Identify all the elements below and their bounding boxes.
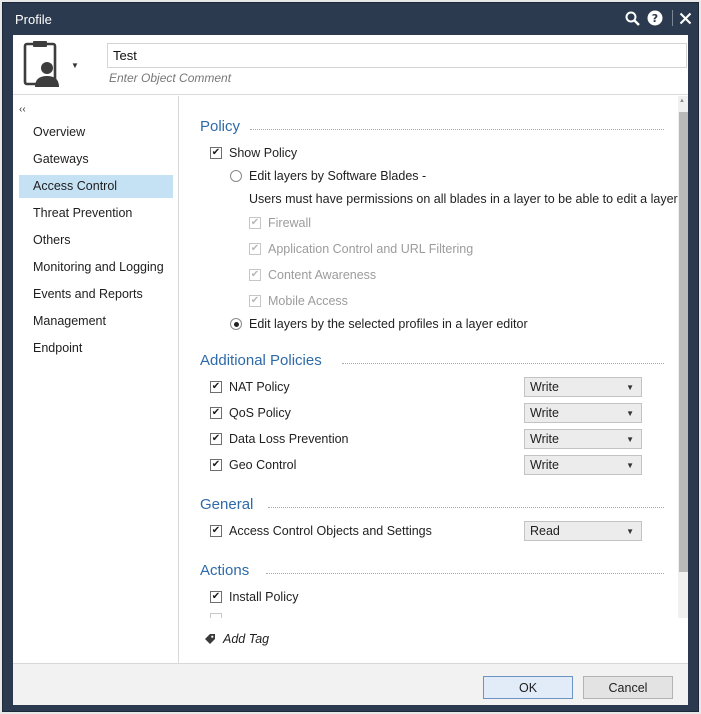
svg-text:?: ? (652, 12, 658, 25)
sidebar-item-monitoring-and-logging[interactable]: Monitoring and Logging (19, 256, 173, 279)
blade-firewall-option[interactable]: ✔ Firewall (249, 216, 311, 230)
geo-control-option[interactable]: ✔ Geo Control (210, 458, 296, 472)
show-policy-label: Show Policy (229, 146, 298, 160)
edit-by-blades-label: Edit layers by Software Blades - (249, 169, 427, 183)
profile-avatar-icon[interactable] (21, 41, 69, 91)
blade-mobile-access-option[interactable]: ✔ Mobile Access (249, 294, 348, 308)
tag-icon[interactable] (204, 633, 216, 648)
section-divider (268, 507, 664, 508)
collapse-sidebar-icon[interactable]: ‹‹ (19, 104, 26, 115)
cancel-button[interactable]: Cancel (583, 676, 673, 699)
blade-content-awareness-checkbox[interactable]: ✔ (249, 269, 261, 281)
tag-bar: Add Tag (180, 618, 688, 663)
edit-by-profiles-option[interactable]: Edit layers by the selected profiles in … (230, 317, 528, 331)
show-policy-checkbox[interactable]: ✔ (210, 147, 222, 159)
sidebar-item-gateways[interactable]: Gateways (19, 148, 173, 171)
access-control-objects-label: Access Control Objects and Settings (229, 524, 432, 538)
chevron-down-icon: ▼ (626, 461, 634, 470)
qos-policy-option[interactable]: ✔ QoS Policy (210, 406, 291, 420)
scroll-up-icon[interactable]: ▲ (679, 98, 685, 104)
object-name-input[interactable] (107, 43, 687, 68)
section-title-additional-policies: Additional Policies (200, 352, 322, 369)
sidebar-item-management[interactable]: Management (19, 310, 173, 333)
edit-by-profiles-label: Edit layers by the selected profiles in … (249, 317, 528, 331)
help-icon[interactable]: ? (646, 9, 664, 27)
nat-policy-checkbox[interactable]: ✔ (210, 381, 222, 393)
profile-window: Profile ? ▼ ‹‹ (2, 2, 699, 712)
edit-by-profiles-radio[interactable] (230, 318, 242, 330)
show-policy-option[interactable]: ✔ Show Policy (210, 146, 297, 160)
data-loss-prevention-permission-value: Write (530, 432, 559, 446)
section-divider (342, 363, 664, 364)
chevron-down-icon: ▼ (626, 409, 634, 418)
avatar-dropdown-icon[interactable]: ▼ (71, 61, 79, 70)
blade-firewall-label: Firewall (268, 216, 312, 230)
access-control-objects-option[interactable]: ✔ Access Control Objects and Settings (210, 524, 432, 538)
object-comment-input[interactable] (107, 69, 507, 87)
data-loss-prevention-label: Data Loss Prevention (229, 432, 349, 446)
section-divider (266, 573, 664, 574)
object-header: ▼ (13, 35, 688, 95)
title-bar-divider (672, 10, 673, 26)
blade-app-control-checkbox[interactable]: ✔ (249, 243, 261, 255)
content-panel: Policy ✔ Show Policy Edit layers by Soft… (180, 96, 678, 618)
section-divider (250, 129, 664, 130)
blade-app-control-label: Application Control and URL Filtering (268, 242, 474, 256)
section-title-general: General (200, 496, 254, 513)
edit-by-blades-option[interactable]: Edit layers by Software Blades - (230, 169, 426, 183)
access-control-objects-checkbox[interactable]: ✔ (210, 525, 222, 537)
chevron-down-icon: ▼ (626, 435, 634, 444)
ok-button[interactable]: OK (483, 676, 573, 699)
data-loss-prevention-permission-select[interactable]: Write ▼ (524, 429, 642, 449)
qos-policy-permission-select[interactable]: Write ▼ (524, 403, 642, 423)
blade-mobile-access-checkbox[interactable]: ✔ (249, 295, 261, 307)
section-title-policy: Policy (200, 118, 241, 135)
chevron-down-icon: ▼ (626, 383, 634, 392)
data-loss-prevention-option[interactable]: ✔ Data Loss Prevention (210, 432, 349, 446)
sidebar-item-overview[interactable]: Overview (19, 121, 173, 144)
sidebar-nav: ‹‹ Overview Gateways Access Control Thre… (13, 96, 179, 663)
sidebar-item-endpoint[interactable]: Endpoint (19, 337, 173, 360)
sidebar-item-others[interactable]: Others (19, 229, 173, 252)
install-policy-label: Install Policy (229, 590, 299, 604)
nat-policy-option[interactable]: ✔ NAT Policy (210, 380, 290, 394)
title-bar: Profile ? (3, 3, 698, 33)
blade-content-awareness-label: Content Awareness (268, 268, 377, 282)
geo-control-label: Geo Control (229, 458, 297, 472)
add-tag-link[interactable]: Add Tag (223, 632, 269, 646)
close-icon[interactable] (676, 9, 694, 27)
qos-policy-checkbox[interactable]: ✔ (210, 407, 222, 419)
qos-policy-label: QoS Policy (229, 406, 291, 420)
sidebar-item-events-and-reports[interactable]: Events and Reports (19, 283, 173, 306)
blades-note: Users must have permissions on all blade… (249, 192, 678, 206)
blade-content-awareness-option[interactable]: ✔ Content Awareness (249, 268, 376, 282)
geo-control-permission-value: Write (530, 458, 559, 472)
radio-selected-dot (233, 321, 239, 327)
install-policy-option[interactable]: ✔ Install Policy (210, 590, 298, 604)
blade-mobile-access-label: Mobile Access (268, 294, 348, 308)
scrollbar-thumb[interactable] (679, 112, 688, 572)
sidebar-item-threat-prevention[interactable]: Threat Prevention (19, 202, 173, 225)
access-control-objects-permission-value: Read (530, 524, 560, 538)
dialog-client: ▼ ‹‹ Overview Gateways Access Control Th… (13, 35, 688, 705)
edit-by-blades-radio[interactable] (230, 170, 242, 182)
data-loss-prevention-checkbox[interactable]: ✔ (210, 433, 222, 445)
access-control-objects-permission-select[interactable]: Read ▼ (524, 521, 642, 541)
blade-app-control-option[interactable]: ✔ Application Control and URL Filtering (249, 242, 473, 256)
search-icon[interactable] (623, 9, 641, 27)
dialog-footer: OK Cancel (13, 663, 688, 705)
install-policy-checkbox[interactable]: ✔ (210, 591, 222, 603)
geo-control-permission-select[interactable]: Write ▼ (524, 455, 642, 475)
section-title-actions: Actions (200, 562, 250, 579)
window-title: Profile (15, 12, 52, 27)
nat-policy-permission-value: Write (530, 380, 559, 394)
blade-firewall-checkbox[interactable]: ✔ (249, 217, 261, 229)
nat-policy-permission-select[interactable]: Write ▼ (524, 377, 642, 397)
sidebar-item-access-control[interactable]: Access Control (19, 175, 173, 198)
chevron-down-icon: ▼ (626, 527, 634, 536)
qos-policy-permission-value: Write (530, 406, 559, 420)
nat-policy-label: NAT Policy (229, 380, 290, 394)
geo-control-checkbox[interactable]: ✔ (210, 459, 222, 471)
